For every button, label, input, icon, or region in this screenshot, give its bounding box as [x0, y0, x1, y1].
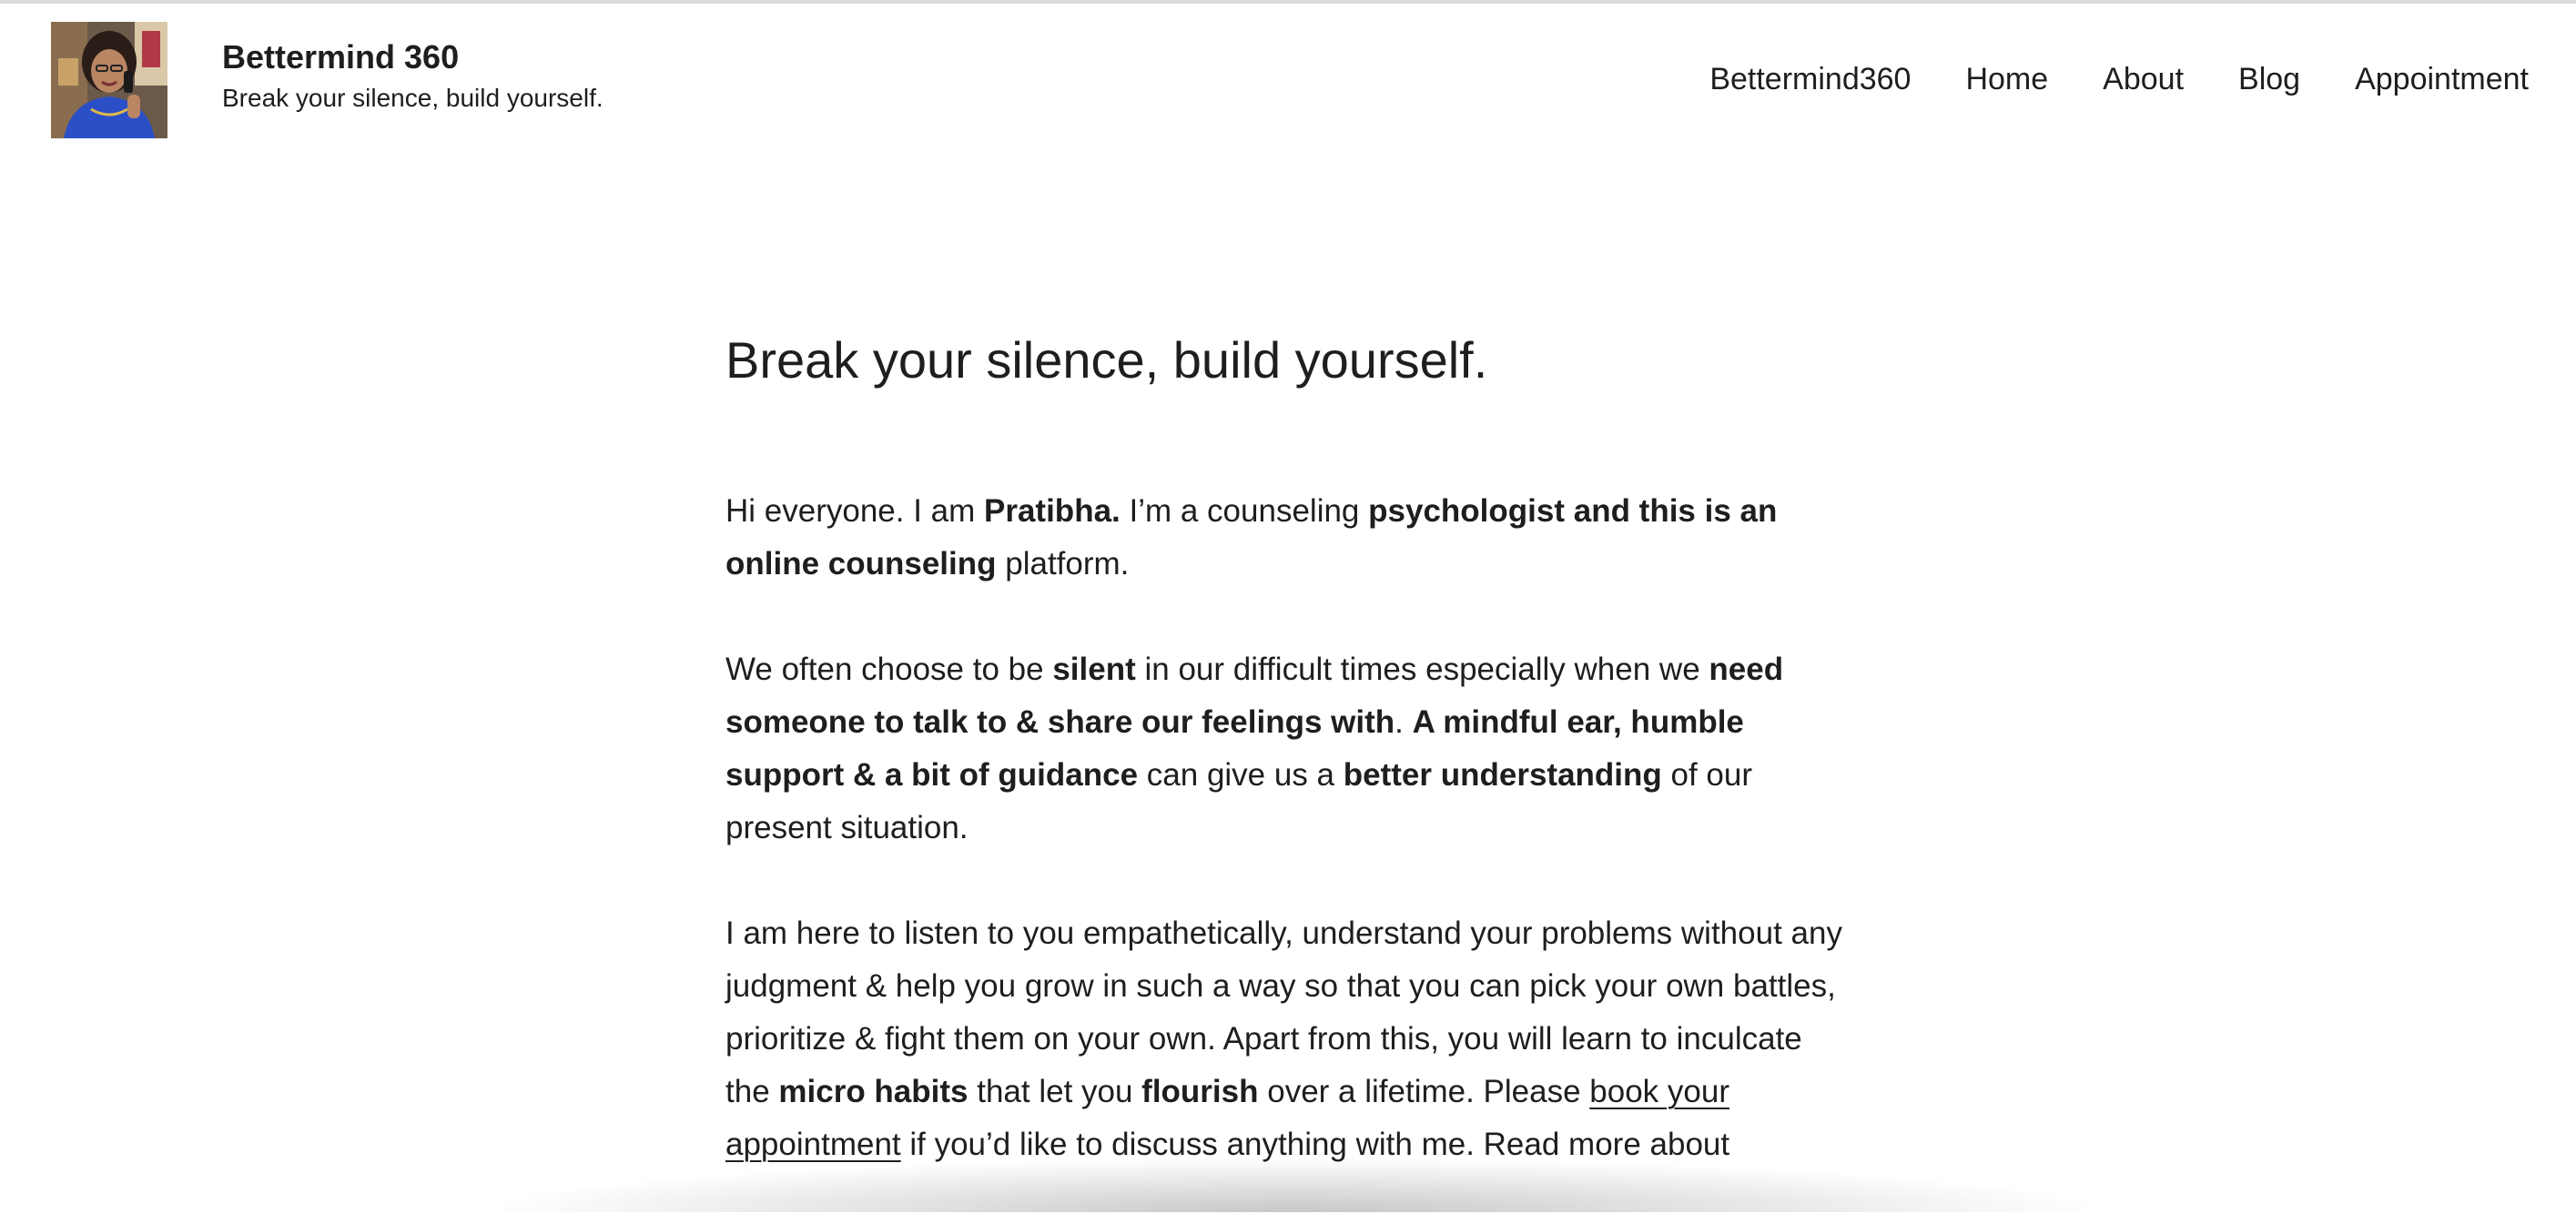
text: platform. — [996, 546, 1130, 582]
primary-nav: Bettermind360 Home About Blog Appointmen… — [1709, 62, 2529, 97]
main-content: Break your silence, build yourself. Hi e… — [725, 329, 1854, 1224]
bold-text: micro habits — [778, 1074, 969, 1110]
intro-paragraph: Hi everyone. I am Pratibha. I’m a counse… — [725, 485, 1854, 591]
nav-item-home[interactable]: Home — [1965, 62, 2048, 97]
bold-text: Pratibha. — [984, 493, 1121, 530]
nav-item-appointment[interactable]: Appointment — [2355, 62, 2529, 97]
site-tagline: Break your silence, build yourself. — [222, 84, 603, 112]
listen-paragraph: I am here to listen to you empatheticall… — [725, 907, 1854, 1171]
site-header: Bettermind 360 Break your silence, build… — [0, 4, 2576, 158]
text: . — [1394, 704, 1413, 741]
text: I’m a counseling — [1120, 493, 1369, 530]
site-title[interactable]: Bettermind 360 — [222, 38, 459, 76]
nav-item-bettermind360[interactable]: Bettermind360 — [1709, 62, 1911, 97]
post-content: Hi everyone. I am Pratibha. I’m a counse… — [725, 485, 1854, 1171]
avatar — [51, 22, 167, 138]
nav-item-blog[interactable]: Blog — [2238, 62, 2300, 97]
bold-text: better understanding — [1343, 757, 1662, 794]
text: if you’d like to discuss anything with m… — [900, 1127, 1730, 1163]
site-logo[interactable] — [51, 22, 167, 138]
page-title: Break your silence, build yourself. — [725, 331, 1488, 389]
bold-text: silent — [1052, 652, 1136, 688]
text: in our difficult times especially when w… — [1135, 652, 1709, 688]
text: that let you — [968, 1074, 1142, 1110]
text: Hi everyone. I am — [725, 493, 984, 530]
bold-text: flourish — [1141, 1074, 1259, 1110]
nav-item-about[interactable]: About — [2103, 62, 2184, 97]
silence-paragraph: We often choose to be silent in our diff… — [725, 643, 1854, 855]
text: We often choose to be — [725, 652, 1053, 688]
text: can give us a — [1138, 757, 1344, 794]
text: over a lifetime. Please — [1258, 1074, 1590, 1110]
